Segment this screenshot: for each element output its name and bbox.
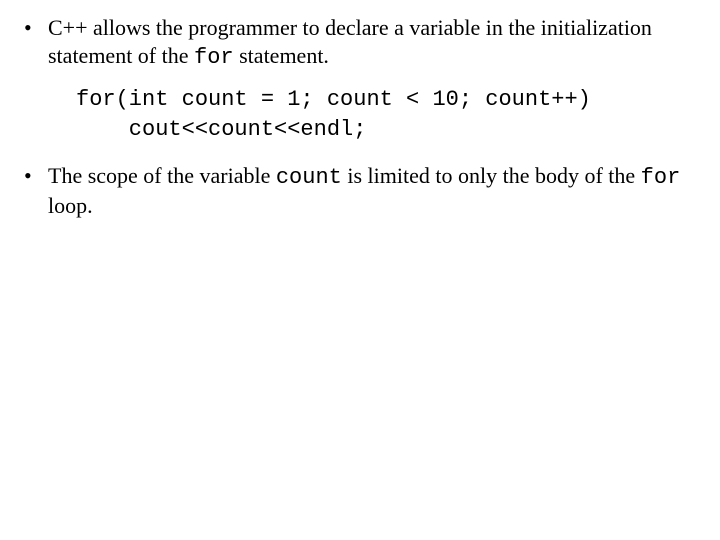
code-line-1: for(int count = 1; count < 10; count++) — [76, 87, 591, 112]
bullet-2-code-for: for — [641, 165, 681, 190]
bullet-1-text-pre: C++ allows the programmer to declare a v… — [48, 15, 652, 68]
bullet-item-1: C++ allows the programmer to declare a v… — [20, 14, 700, 144]
bullet-2-text-pre: The scope of the variable — [48, 163, 276, 188]
bullet-list: C++ allows the programmer to declare a v… — [20, 14, 700, 219]
code-example: for(int count = 1; count < 10; count++) … — [76, 85, 700, 144]
bullet-1-text-post: statement. — [234, 43, 329, 68]
slide-body: C++ allows the programmer to declare a v… — [0, 0, 720, 257]
bullet-2-text-post: loop. — [48, 193, 93, 218]
bullet-item-2: The scope of the variable count is limit… — [20, 162, 700, 219]
bullet-2-text-mid: is limited to only the body of the — [342, 163, 641, 188]
code-line-2: cout<<count<<endl; — [76, 117, 366, 142]
bullet-1-code-for: for — [194, 45, 234, 70]
bullet-2-code-count: count — [276, 165, 342, 190]
